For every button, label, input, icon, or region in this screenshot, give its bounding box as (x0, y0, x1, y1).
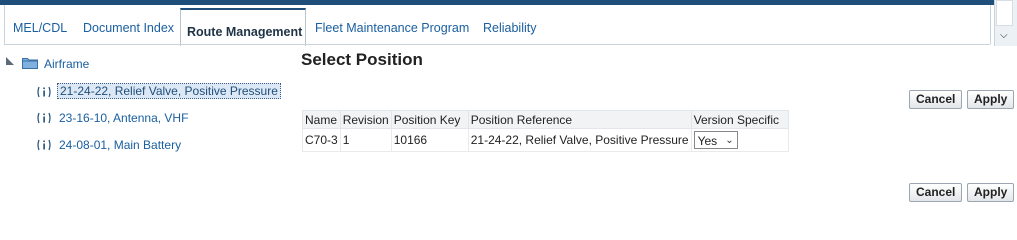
expand-triangle-icon[interactable] (6, 57, 14, 65)
version-specific-value: Yes (697, 134, 718, 148)
tab-fleet-maintenance-program[interactable]: Fleet Maintenance Program (315, 12, 469, 44)
tree-item-label: 21-24-22, Relief Valve, Positive Pressur… (57, 83, 281, 99)
cell-version-specific: Yes ⌄ (690, 128, 789, 152)
info-icon (37, 86, 51, 98)
info-icon (37, 112, 51, 124)
column-header: Revision (339, 110, 392, 129)
tree-root-label: Airframe (44, 57, 90, 71)
column-header: Version Specific (690, 110, 789, 129)
table-header-row: Name Revision Position Key Position Refe… (302, 110, 789, 129)
chevron-down-icon[interactable]: ⌵ (1000, 30, 1008, 41)
cell-position-key: 10166 (390, 128, 469, 152)
tree-item-label: 24-08-01, Main Battery (59, 138, 182, 152)
chevron-down-icon: ⌄ (725, 135, 734, 146)
folder-icon (22, 58, 38, 69)
tab-divider-right (305, 44, 990, 45)
tab-reliability[interactable]: Reliability (483, 12, 537, 44)
tab-mel-cdl[interactable]: MEL/CDL (13, 12, 67, 44)
tab-route-management[interactable]: Route Management (180, 8, 306, 46)
column-header: Name (302, 110, 341, 129)
cell-position-reference: 21-24-22, Relief Valve, Positive Pressur… (467, 128, 692, 152)
cell-name: C70-3 (302, 128, 341, 152)
table-row: C70-3 1 10166 21-24-22, Relief Valve, Po… (302, 128, 789, 152)
info-icon (37, 139, 51, 151)
apply-button[interactable]: Apply (967, 90, 1015, 109)
cancel-button[interactable]: Cancel (909, 90, 963, 109)
apply-button-bottom[interactable]: Apply (967, 183, 1015, 202)
column-header: Position Reference (467, 110, 692, 129)
tree-item-label: 23-16-10, Antenna, VHF (59, 111, 189, 125)
cell-revision: 1 (339, 128, 392, 152)
cancel-button-bottom[interactable]: Cancel (909, 183, 963, 202)
page-title: Select Position (301, 50, 423, 69)
column-header: Position Key (390, 110, 469, 129)
tab-scroll-panel[interactable]: ⌵ (994, 0, 1017, 46)
tab-bar: MEL/CDL Document Index Route Management … (4, 5, 991, 46)
position-table: Name Revision Position Key Position Refe… (302, 110, 789, 152)
tab-document-index[interactable]: Document Index (83, 12, 174, 44)
scrollbar[interactable] (996, 0, 1013, 26)
tab-divider (4, 44, 305, 45)
version-specific-select[interactable]: Yes ⌄ (693, 131, 738, 149)
